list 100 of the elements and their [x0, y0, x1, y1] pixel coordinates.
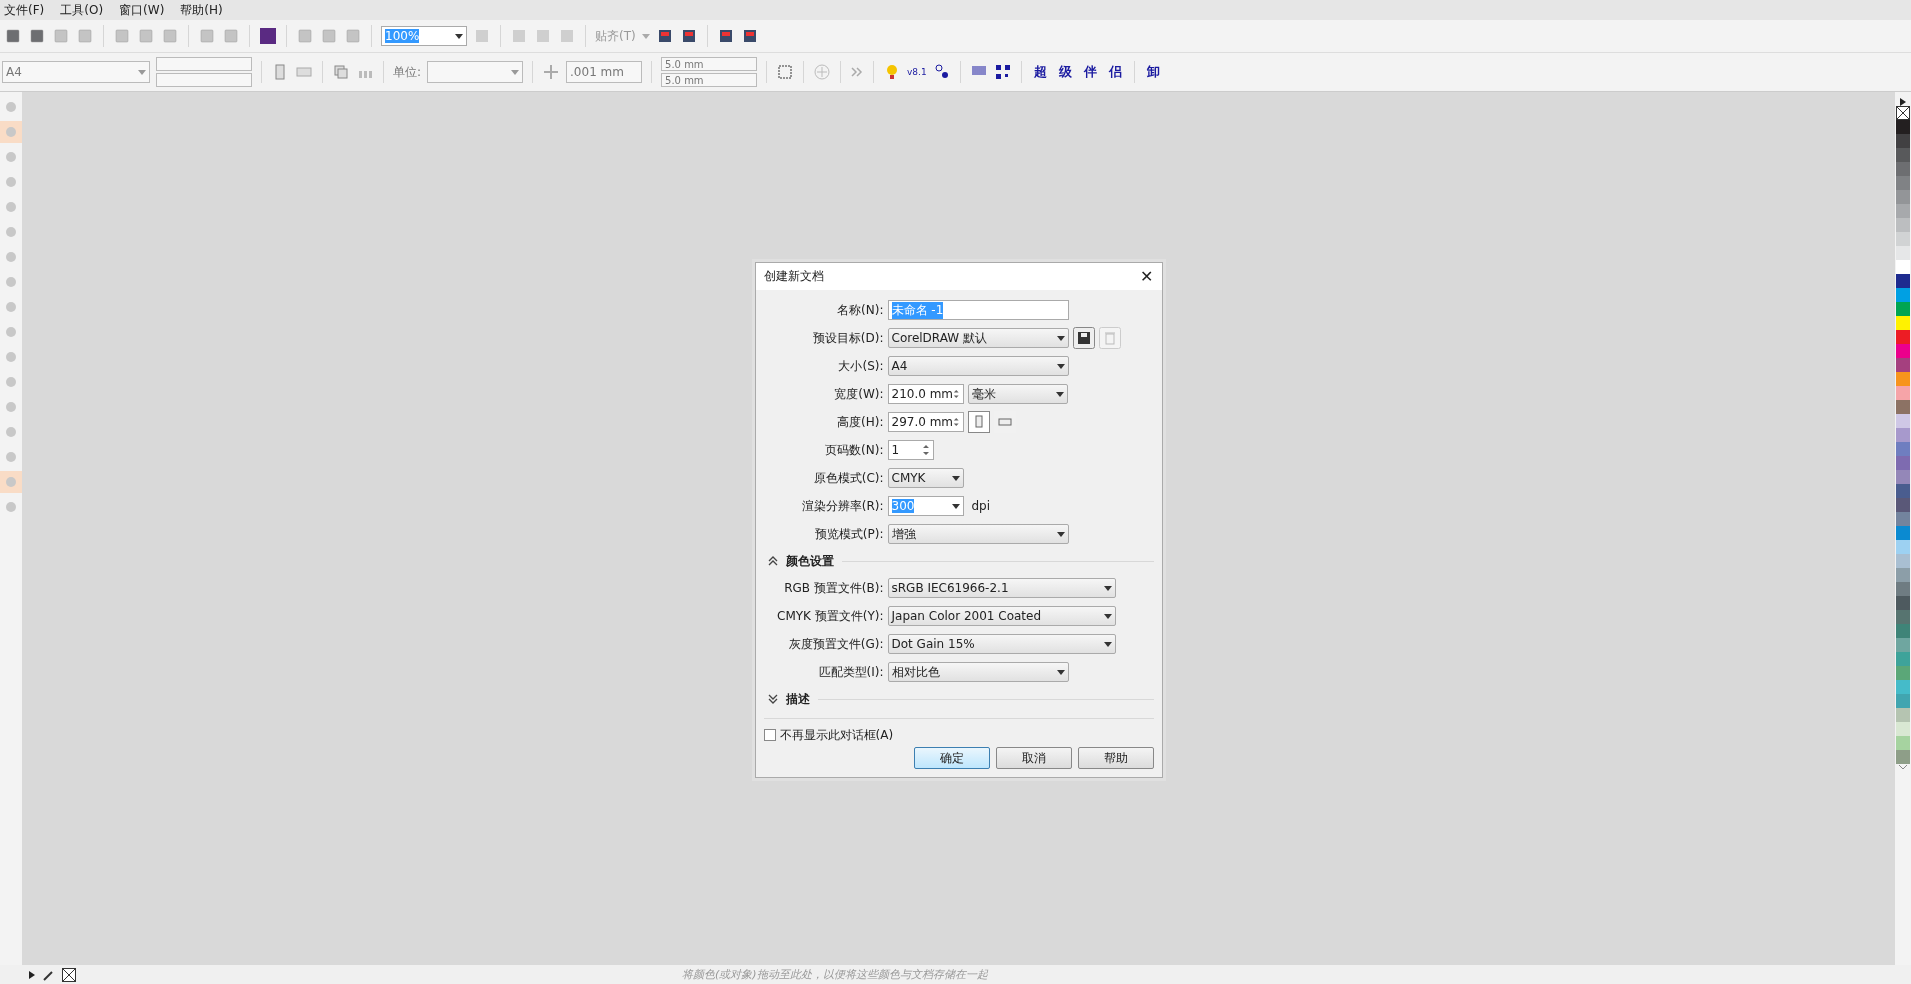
scroll-down-icon[interactable]: [1898, 764, 1908, 770]
page-size-dropdown[interactable]: A4: [2, 61, 150, 83]
color-swatch[interactable]: [1896, 610, 1910, 624]
color-swatch[interactable]: [1896, 484, 1910, 498]
nudge-field[interactable]: .001 mm: [566, 61, 643, 83]
color-swatch[interactable]: [1896, 540, 1910, 554]
color-swatch[interactable]: [1896, 358, 1910, 372]
add-icon[interactable]: [813, 63, 832, 81]
unit-dropdown[interactable]: [427, 61, 524, 83]
menu-item[interactable]: 文件(F): [4, 1, 45, 19]
play-icon[interactable]: [28, 970, 36, 979]
color-swatch[interactable]: [1896, 316, 1910, 330]
dropdown-arrow-icon: [1103, 585, 1112, 591]
color-swatch[interactable]: [1896, 288, 1910, 302]
dropdown[interactable]: CMYK: [887, 468, 964, 488]
color-swatch[interactable]: [1896, 512, 1910, 526]
color-swatch[interactable]: [1896, 680, 1910, 694]
preset-dropdown[interactable]: CorelDRAW 默认: [887, 328, 1069, 348]
plugin-button[interactable]: 超: [1030, 63, 1050, 81]
color-swatch[interactable]: [1896, 218, 1910, 232]
menu-item[interactable]: 帮助(H): [180, 1, 223, 19]
close-button[interactable]: ✕: [1140, 267, 1154, 286]
checkbox[interactable]: [763, 729, 776, 741]
spinner-arrows-icon[interactable]: [953, 415, 960, 429]
section-toggle-icon[interactable]: [767, 556, 778, 566]
width-field[interactable]: [156, 57, 252, 71]
color-swatch[interactable]: [1896, 232, 1910, 246]
spin-field[interactable]: 210.0 mm: [887, 384, 964, 404]
field-label: 灰度预置文件(G):: [787, 635, 884, 653]
color-swatch[interactable]: [1896, 568, 1910, 582]
color-swatch[interactable]: [1896, 134, 1910, 148]
color-swatch[interactable]: [1896, 302, 1910, 316]
pages-icon[interactable]: [332, 63, 350, 81]
color-swatch[interactable]: [1896, 428, 1910, 442]
menu-item[interactable]: 工具(O): [60, 1, 104, 19]
dropdown-arrow-icon: [1055, 391, 1064, 397]
color-swatch[interactable]: [1896, 736, 1910, 750]
plugin-button[interactable]: 伴: [1080, 63, 1100, 81]
no-color-swatch[interactable]: [1896, 106, 1910, 120]
color-swatch[interactable]: [1896, 722, 1910, 736]
more-icon[interactable]: [850, 65, 865, 79]
unit-dropdown[interactable]: 毫米: [967, 384, 1068, 404]
section-toggle-icon[interactable]: [767, 694, 778, 704]
dialog-button[interactable]: 帮助: [1077, 747, 1154, 769]
color-swatch[interactable]: [1896, 470, 1910, 484]
app-logo-icon[interactable]: [259, 27, 277, 45]
color-swatch[interactable]: [1896, 120, 1910, 134]
color-swatch[interactable]: [1896, 344, 1910, 358]
color-swatch[interactable]: [1896, 260, 1910, 274]
color-swatch[interactable]: [1896, 190, 1910, 204]
color-swatch[interactable]: [1896, 596, 1910, 610]
color-swatch[interactable]: [1896, 148, 1910, 162]
spinner-arrows-icon[interactable]: [953, 387, 960, 401]
dropdown-arrow-icon: [1103, 613, 1112, 619]
color-swatch[interactable]: [1896, 554, 1910, 568]
color-swatch[interactable]: [1896, 330, 1910, 344]
color-swatch[interactable]: [1896, 400, 1910, 414]
plugin-button[interactable]: 侣: [1105, 63, 1125, 81]
ok-button[interactable]: 确定: [913, 747, 990, 769]
menu-item[interactable]: 窗口(W): [119, 1, 165, 19]
color-swatch[interactable]: [1896, 442, 1910, 456]
color-swatch[interactable]: [1896, 526, 1910, 540]
color-swatch[interactable]: [1896, 246, 1910, 260]
dropdown[interactable]: sRGB IEC61966-2.1: [887, 578, 1116, 598]
duplicate-y-field[interactable]: 5.0 mm: [661, 73, 758, 87]
color-swatch[interactable]: [1896, 708, 1910, 722]
color-swatch[interactable]: [1896, 372, 1910, 386]
color-swatch[interactable]: [1896, 456, 1910, 470]
color-swatch[interactable]: [1896, 694, 1910, 708]
spin-field[interactable]: 297.0 mm: [887, 412, 964, 432]
dropdown[interactable]: A4: [887, 356, 1069, 376]
portrait-icon[interactable]: [967, 411, 990, 433]
color-swatch[interactable]: [1896, 750, 1910, 764]
color-swatch[interactable]: [1896, 386, 1910, 400]
spinner-arrows-icon[interactable]: [921, 443, 930, 457]
plugin-button[interactable]: 级: [1055, 63, 1075, 81]
color-swatch[interactable]: [1896, 414, 1910, 428]
uninstall-button[interactable]: 卸: [1143, 63, 1163, 81]
plugin-version[interactable]: v8.1: [907, 67, 927, 77]
no-color-icon[interactable]: [62, 967, 76, 982]
color-swatch[interactable]: [1896, 652, 1910, 666]
color-swatch[interactable]: [1896, 162, 1910, 176]
color-swatch[interactable]: [1896, 666, 1910, 680]
qr-code-icon[interactable]: [993, 63, 1012, 81]
duplicate-x-field[interactable]: 5.0 mm: [661, 57, 758, 71]
color-swatch[interactable]: [1896, 638, 1910, 652]
select-frame-icon[interactable]: [776, 63, 795, 81]
dropdown[interactable]: 相对比色: [887, 662, 1069, 682]
color-swatch[interactable]: [1896, 204, 1910, 218]
dialog-button[interactable]: 取消: [995, 747, 1072, 769]
height-field[interactable]: [156, 73, 252, 87]
color-swatch[interactable]: [1896, 582, 1910, 596]
color-swatch[interactable]: [1896, 274, 1910, 288]
color-swatch[interactable]: [1896, 624, 1910, 638]
dropdown[interactable]: 增強: [887, 524, 1069, 544]
dropdown[interactable]: Dot Gain 15%: [887, 634, 1116, 654]
dropdown[interactable]: Japan Color 2001 Coated: [887, 606, 1116, 626]
spin-field[interactable]: 1: [887, 440, 934, 460]
color-swatch[interactable]: [1896, 176, 1910, 190]
color-swatch[interactable]: [1896, 498, 1910, 512]
